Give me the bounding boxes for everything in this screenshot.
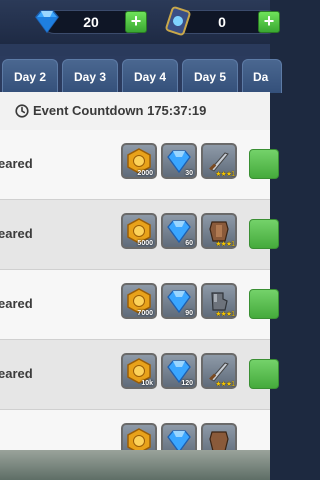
list-item: eared 5000 60 ★★★1 <box>0 200 279 270</box>
gem-qty: 120 <box>181 380 193 387</box>
coin-qty: 7000 <box>137 310 153 317</box>
coin-qty: 5000 <box>137 240 153 247</box>
gem-reward[interactable]: 30 <box>161 143 197 179</box>
list-item <box>0 410 270 459</box>
card-icon <box>165 6 191 36</box>
tab-day-2[interactable]: Day 2 <box>2 59 58 93</box>
list-item: eared 7000 90 ★★★1 <box>0 270 279 340</box>
countdown-text: Event Countdown 175:37:19 <box>33 103 207 118</box>
star-rating: ★★★1 <box>215 381 235 388</box>
task-list: eared 2000 30 ★★★1 eared 5000 60 ★★★1 ea… <box>0 130 279 459</box>
gem-qty: 30 <box>185 170 193 177</box>
ticket-count: 0 <box>218 14 226 30</box>
day-tabs: Day 2 Day 3 Day 4 Day 5 Da <box>0 56 282 93</box>
tab-day-3[interactable]: Day 3 <box>62 59 118 93</box>
tab-day-4[interactable]: Day 4 <box>122 59 178 93</box>
star-rating: ★★★1 <box>215 241 235 248</box>
header-strip <box>0 44 270 56</box>
coin-reward[interactable]: 2000 <box>121 143 157 179</box>
currency-bar: 20 + 0 + <box>0 0 280 44</box>
gem-qty: 90 <box>185 310 193 317</box>
add-gems-button[interactable]: + <box>125 11 147 33</box>
gem-reward[interactable]: 60 <box>161 213 197 249</box>
task-label: eared <box>0 156 33 171</box>
list-item: eared 2000 30 ★★★1 <box>0 130 279 200</box>
diamond-icon <box>35 10 59 34</box>
gear-reward[interactable]: ★★★1 <box>201 213 237 249</box>
claim-button[interactable] <box>249 219 279 249</box>
claim-button[interactable] <box>249 359 279 389</box>
claim-button[interactable] <box>249 289 279 319</box>
gear-reward[interactable]: ★★★1 <box>201 283 237 319</box>
task-label: eared <box>0 366 33 381</box>
gem-reward[interactable]: 120 <box>161 353 197 389</box>
task-label: eared <box>0 296 33 311</box>
add-tickets-button[interactable]: + <box>258 11 280 33</box>
star-rating: ★★★1 <box>215 171 235 178</box>
claim-button[interactable] <box>249 149 279 179</box>
star-rating: ★★★1 <box>215 311 235 318</box>
coin-qty: 10k <box>141 380 153 387</box>
gem-reward[interactable]: 90 <box>161 283 197 319</box>
gear-reward[interactable]: ★★★1 <box>201 353 237 389</box>
coin-reward[interactable]: 10k <box>121 353 157 389</box>
bottom-panel <box>0 450 270 480</box>
coin-reward[interactable]: 7000 <box>121 283 157 319</box>
tab-day-5[interactable]: Day 5 <box>182 59 238 93</box>
countdown-bar: Event Countdown 175:37:19 <box>0 92 270 130</box>
coin-qty: 2000 <box>137 170 153 177</box>
clock-icon <box>15 104 29 118</box>
tab-day-6[interactable]: Da <box>242 59 282 93</box>
gear-reward[interactable]: ★★★1 <box>201 143 237 179</box>
task-label: eared <box>0 226 33 241</box>
gem-qty: 60 <box>185 240 193 247</box>
gem-count: 20 <box>83 14 99 30</box>
list-item: eared 10k 120 ★★★1 <box>0 340 279 410</box>
coin-reward[interactable]: 5000 <box>121 213 157 249</box>
